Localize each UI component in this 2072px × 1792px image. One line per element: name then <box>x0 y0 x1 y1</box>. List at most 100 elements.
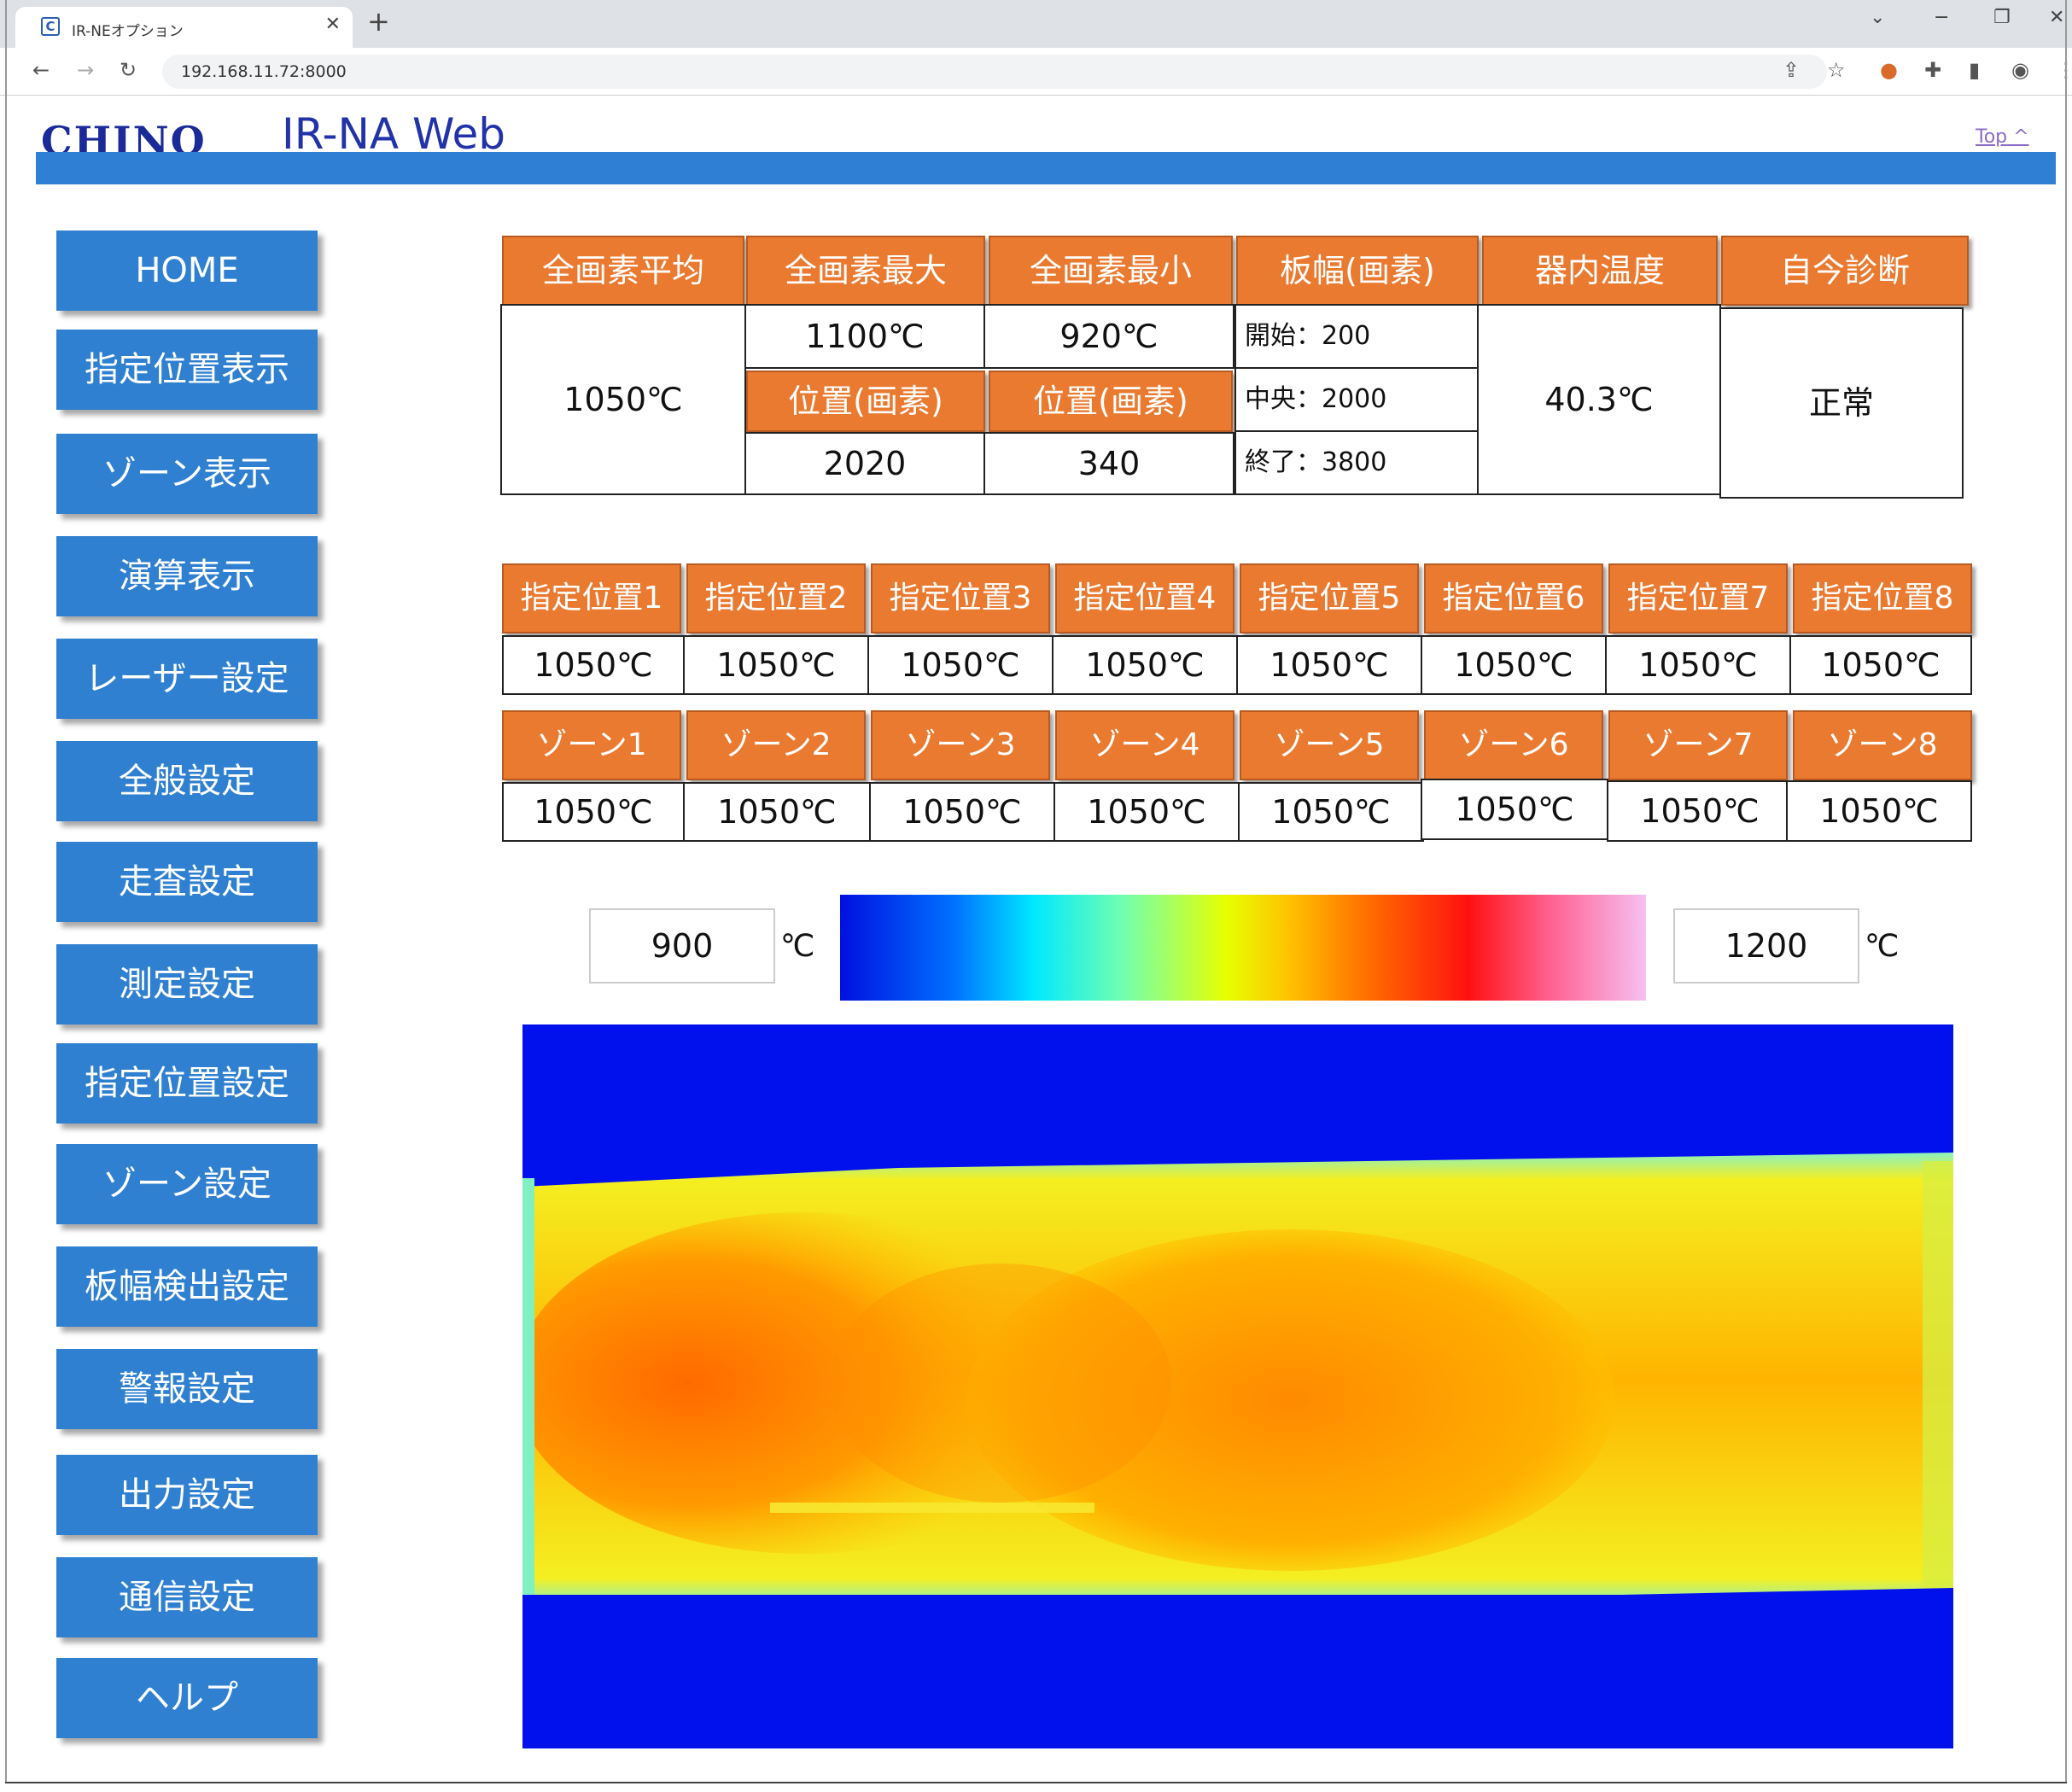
width-start: 開始：200 <box>1234 304 1479 369</box>
nav-position-settings-button[interactable]: 指定位置設定 <box>56 1043 318 1124</box>
extensions-puzzle-icon[interactable]: ✚ <box>1924 58 1941 82</box>
side-panel-icon[interactable]: ▮ <box>1969 58 1980 82</box>
nav-position-display-button[interactable]: 指定位置表示 <box>56 330 318 410</box>
scale-min-input[interactable]: 900 <box>589 908 775 984</box>
zone-value-1: 1050℃ <box>502 782 685 842</box>
position-header-4: 指定位置4 <box>1055 563 1234 633</box>
new-tab-icon[interactable]: + <box>367 5 390 38</box>
width-center: 中央：2000 <box>1234 367 1479 432</box>
top-link[interactable]: Top ^ <box>1976 126 2029 148</box>
nav-scan-settings-button[interactable]: 走査設定 <box>56 842 318 922</box>
zone-value-5: 1050℃ <box>1238 782 1424 842</box>
position-header-2: 指定位置2 <box>686 563 866 633</box>
width-header: 板幅(画素) <box>1236 236 1479 306</box>
back-icon[interactable]: ← <box>32 58 50 82</box>
min-pos-header: 位置(画素) <box>989 371 1233 432</box>
position-header-5: 指定位置5 <box>1240 563 1419 633</box>
nav-laser-settings-button[interactable]: レーザー設定 <box>56 639 318 719</box>
position-value-3: 1050℃ <box>867 635 1054 695</box>
max-pos-header: 位置(画素) <box>746 371 985 432</box>
zone-header-3: ゾーン3 <box>871 710 1050 780</box>
nav-zone-settings-button[interactable]: ゾーン設定 <box>56 1144 318 1224</box>
position-header-7: 指定位置7 <box>1608 563 1788 633</box>
menu-dots-icon[interactable]: ⋮ <box>2056 58 2072 82</box>
zone-value-3: 1050℃ <box>869 782 1055 842</box>
site-favicon-icon: C <box>41 17 60 36</box>
close-window-icon[interactable]: ✕ <box>2049 7 2064 28</box>
reload-icon[interactable]: ↻ <box>120 58 137 82</box>
zone-header-7: ゾーン7 <box>1608 710 1788 780</box>
internal-temp-header: 器内温度 <box>1482 236 1718 306</box>
profile-avatar-icon[interactable]: ◉ <box>2011 58 2029 82</box>
omnibox[interactable]: 192.168.11.72:8000 <box>162 55 1827 89</box>
position-header-3: 指定位置3 <box>871 563 1050 633</box>
tab-title: IR-NEオプション <box>72 23 184 40</box>
avg-value: 1050℃ <box>500 304 746 495</box>
min-header: 全画素最小 <box>989 236 1233 306</box>
minimize-icon[interactable]: − <box>1934 7 1949 28</box>
position-value-6: 1050℃ <box>1421 635 1607 695</box>
position-value-1: 1050℃ <box>502 635 685 695</box>
zone-value-6: 1050℃ <box>1421 779 1608 840</box>
nav-comm-settings-button[interactable]: 通信設定 <box>56 1557 318 1637</box>
tab-search-icon[interactable]: ⌄ <box>1870 7 1885 28</box>
min-value: 920℃ <box>983 304 1234 369</box>
zone-header-2: ゾーン2 <box>686 710 866 780</box>
restore-icon[interactable]: ❐ <box>1993 7 2011 28</box>
scale-min-unit: ℃ <box>780 929 815 964</box>
position-header-1: 指定位置1 <box>502 563 681 633</box>
position-header-6: 指定位置6 <box>1424 563 1603 633</box>
position-value-7: 1050℃ <box>1605 635 1791 695</box>
zone-value-8: 1050℃ <box>1786 780 1972 842</box>
position-value-8: 1050℃ <box>1789 635 1972 695</box>
forward-icon[interactable]: → <box>77 58 94 82</box>
zone-value-2: 1050℃ <box>683 782 871 842</box>
nav-calc-display-button[interactable]: 演算表示 <box>56 536 318 616</box>
nav-alarm-settings-button[interactable]: 警報設定 <box>56 1349 318 1429</box>
close-tab-icon[interactable]: ✕ <box>325 14 341 35</box>
internal-temp-value: 40.3℃ <box>1477 304 1721 495</box>
diag-header: 自今診断 <box>1721 236 1969 306</box>
browser-tab[interactable]: C IR-NEオプション ✕ <box>15 7 353 48</box>
nav-output-settings-button[interactable]: 出力設定 <box>56 1455 318 1535</box>
position-value-4: 1050℃ <box>1052 635 1238 695</box>
nav-measure-settings-button[interactable]: 測定設定 <box>56 944 318 1024</box>
nav-help-button[interactable]: ヘルプ <box>56 1658 318 1738</box>
max-value: 1100℃ <box>744 304 985 369</box>
share-icon[interactable]: ⇪ <box>1783 58 1800 82</box>
zone-header-6: ゾーン6 <box>1424 710 1603 780</box>
bookmark-star-icon[interactable]: ☆ <box>1827 58 1846 82</box>
zone-header-1: ゾーン1 <box>502 710 681 780</box>
position-value-5: 1050℃ <box>1236 635 1422 695</box>
nav-home-button[interactable]: HOME <box>56 231 318 311</box>
max-pos-value: 2020 <box>744 432 985 495</box>
min-pos-value: 340 <box>983 432 1234 495</box>
width-end: 終了：3800 <box>1234 430 1479 495</box>
position-header-8: 指定位置8 <box>1793 563 1972 633</box>
address-bar: ← → ↻ 192.168.11.72:8000 ⇪ ☆ ● ✚ ▮ ◉ ⋮ <box>0 48 2072 96</box>
zone-header-5: ゾーン5 <box>1240 710 1419 780</box>
max-header: 全画素最大 <box>746 236 985 306</box>
avg-header: 全画素平均 <box>502 236 744 306</box>
scale-max-unit: ℃ <box>1865 929 1900 964</box>
zone-value-4: 1050℃ <box>1054 782 1240 842</box>
zone-header-4: ゾーン4 <box>1055 710 1234 780</box>
nav-general-settings-button[interactable]: 全般設定 <box>56 741 318 821</box>
nav-width-detect-settings-button[interactable]: 板幅検出設定 <box>56 1246 318 1327</box>
screenshot-border-left <box>5 0 7 1783</box>
header-bar <box>36 152 2056 184</box>
extension-color-icon[interactable]: ● <box>1880 58 1898 82</box>
url-text: 192.168.11.72:8000 <box>181 62 347 81</box>
screenshot-border-bottom <box>5 1782 2067 1783</box>
screenshot-border-right <box>2065 0 2067 1783</box>
position-value-2: 1050℃ <box>683 635 869 695</box>
diag-value: 正常 <box>1719 307 1964 499</box>
thermal-image <box>522 1024 1953 1748</box>
zone-header-8: ゾーン8 <box>1793 710 1972 780</box>
browser-tab-bar: C IR-NEオプション ✕ + ⌄ − ❐ ✕ <box>0 0 2072 48</box>
zone-value-7: 1050℃ <box>1607 780 1793 842</box>
nav-zone-display-button[interactable]: ゾーン表示 <box>56 434 318 514</box>
thermal-image-graphic <box>522 1153 1953 1748</box>
color-scale-bar <box>840 895 1646 1001</box>
scale-max-input[interactable]: 1200 <box>1673 908 1859 984</box>
